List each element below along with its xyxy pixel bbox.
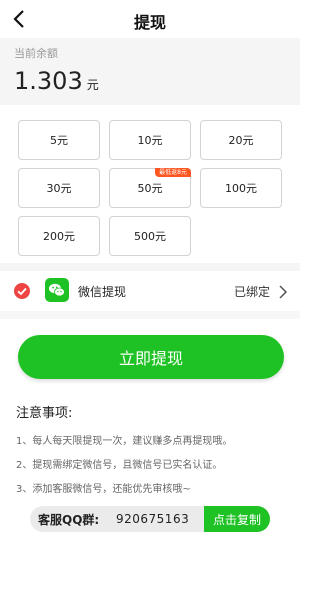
check-circle-icon[interactable]	[14, 283, 30, 299]
qq-group-number: 920675163	[116, 512, 190, 526]
balance-value: 1.303	[14, 67, 83, 95]
note-item: 1、每人每天限提现一次，建议赚多点再提现哦。	[16, 436, 233, 447]
amount-label: 500元	[134, 230, 166, 243]
balance-unit: 元	[86, 78, 99, 92]
amount-option-500[interactable]: 500元	[109, 216, 191, 256]
amount-option-50[interactable]: 50元 最低返8元	[109, 168, 191, 208]
amount-label: 10元	[137, 134, 163, 147]
amount-label: 30元	[46, 182, 72, 195]
header: 提现	[0, 0, 300, 38]
amount-option-20[interactable]: 20元	[200, 120, 282, 160]
amount-label: 100元	[225, 182, 257, 195]
copy-button[interactable]: 点击复制	[204, 506, 270, 532]
section-divider	[0, 311, 300, 319]
amount-option-30[interactable]: 30元	[18, 168, 100, 208]
amount-option-10[interactable]: 10元	[109, 120, 191, 160]
amount-grid: 5元 10元 20元 30元 50元 最低返8元 100元 200元 500元	[0, 105, 300, 263]
bound-status-label: 已绑定	[233, 285, 270, 299]
wechat-withdraw-row[interactable]: 微信提现 已绑定	[0, 271, 300, 311]
amount-option-200[interactable]: 200元	[18, 216, 100, 256]
amount-label: 200元	[43, 230, 75, 243]
page-title: 提现	[133, 13, 166, 32]
amount-option-5[interactable]: 5元	[18, 120, 100, 160]
qq-group-bar: 客服QQ群: 920675163 点击复制	[30, 506, 270, 532]
min-return-badge: 最低返8元	[155, 168, 191, 177]
balance-row: 1.303 元	[14, 67, 300, 95]
note-item: 3、添加客服微信号，还能优先审核哦~	[16, 484, 191, 495]
qq-group-label: 客服QQ群:	[38, 513, 100, 527]
amount-option-100[interactable]: 100元	[200, 168, 282, 208]
wechat-withdraw-label: 微信提现	[78, 285, 127, 299]
chevron-right-icon	[278, 284, 288, 299]
notes-title: 注意事项:	[16, 406, 73, 421]
withdraw-now-button[interactable]: 立即提现	[18, 335, 284, 379]
balance-section: 当前余额 1.303 元	[0, 38, 300, 105]
section-divider	[0, 263, 300, 271]
balance-label: 当前余额	[14, 47, 58, 60]
amount-label: 5元	[50, 134, 68, 147]
wechat-icon	[45, 278, 69, 302]
amount-label: 20元	[228, 134, 254, 147]
amount-label: 50元	[137, 182, 163, 195]
note-item: 2、提现需绑定微信号，且微信号已实名认证。	[16, 460, 223, 471]
